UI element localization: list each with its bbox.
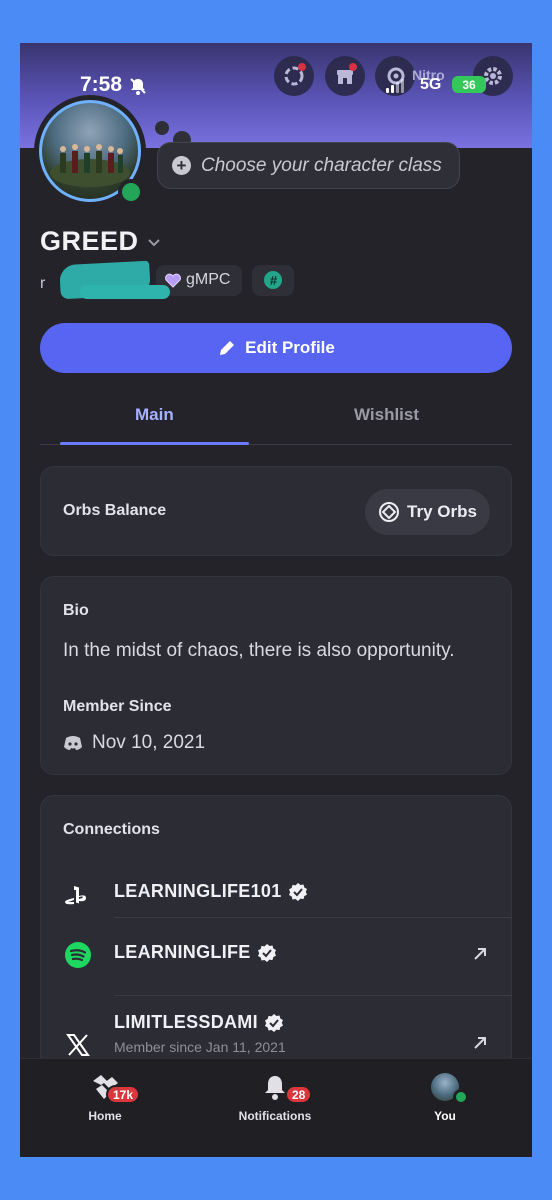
connections-heading: Connections — [63, 821, 160, 838]
external-link-icon[interactable] — [471, 1034, 489, 1052]
edit-profile-label: Edit Profile — [245, 338, 335, 357]
shop-button[interactable] — [325, 56, 365, 96]
display-name: GREED — [40, 226, 139, 256]
spotify-icon — [63, 940, 93, 970]
connection-name: LEARNINGLIFE101 — [114, 881, 282, 901]
connection-name: LIMITLESSDAMI — [114, 1012, 258, 1032]
nav-you[interactable]: You — [420, 1071, 470, 1123]
plus-icon: + — [172, 156, 191, 175]
verified-icon — [264, 1013, 283, 1032]
try-orbs-label: Try Orbs — [407, 502, 477, 521]
tab-main[interactable]: Main — [135, 405, 174, 425]
hashtag-chip[interactable]: # — [252, 264, 295, 296]
x-icon — [63, 1030, 93, 1060]
nitro-wheel-button[interactable] — [274, 56, 314, 96]
thought-dot — [155, 121, 169, 135]
nav-home[interactable]: 17k Home — [80, 1071, 141, 1123]
active-tab-indicator — [60, 442, 249, 445]
network-type: 5G — [420, 76, 442, 93]
status-placeholder: Choose your character class — [201, 154, 442, 176]
nav-you-label: You — [434, 1109, 456, 1123]
redaction-mark — [80, 285, 170, 299]
orbs-balance-label: Orbs Balance — [63, 502, 167, 519]
notifications-badge: 28 — [285, 1085, 313, 1104]
connection-spotify[interactable]: LEARNINGLIFE — [41, 918, 511, 994]
member-since-heading: Member Since — [63, 698, 172, 715]
bio-heading: Bio — [63, 602, 89, 619]
playstation-icon — [63, 881, 93, 911]
profile-tabs: Main Wishlist — [40, 395, 512, 445]
battery-indicator: 36 — [452, 76, 486, 93]
pencil-icon — [220, 341, 235, 355]
bio-card: Bio In the midst of chaos, there is also… — [40, 576, 512, 775]
discord-icon — [64, 736, 82, 750]
home-badge: 17k — [106, 1085, 141, 1104]
hash-icon: # — [264, 271, 283, 289]
orb-icon — [379, 502, 400, 522]
nav-notifications[interactable]: 28 Notifications — [225, 1071, 325, 1123]
custom-status-button[interactable]: + Choose your character class — [157, 142, 460, 189]
username: r — [40, 260, 170, 300]
online-status-indicator — [453, 1089, 469, 1105]
bottom-navigation: 17k Home 28 Notifications You — [20, 1058, 532, 1157]
connection-subtext: Member since Jan 11, 2021 — [114, 1039, 286, 1055]
orbs-balance-card: Orbs Balance Try Orbs — [40, 466, 512, 556]
verified-icon — [288, 882, 307, 901]
bell-icon — [265, 1076, 285, 1100]
member-since-date: Nov 10, 2021 — [92, 732, 206, 753]
nav-notifications-label: Notifications — [238, 1109, 312, 1123]
chevron-down-icon[interactable] — [147, 235, 161, 249]
external-link-icon[interactable] — [471, 945, 489, 963]
profile-screen: 7:58 Nitro 5G 36 + Choose your character… — [20, 43, 532, 1157]
tab-wishlist[interactable]: Wishlist — [354, 405, 419, 425]
bell-muted-icon — [130, 78, 146, 95]
nav-home-label: Home — [88, 1109, 122, 1123]
try-orbs-button[interactable]: Try Orbs — [365, 489, 490, 535]
mini-avatar — [431, 1073, 469, 1105]
verified-icon — [257, 943, 276, 962]
status-time: 7:58 — [80, 73, 123, 96]
signal-strength-icon — [386, 79, 404, 93]
online-status-indicator — [118, 179, 144, 205]
bio-text: In the midst of chaos, there is also opp… — [63, 640, 455, 661]
guild-tag: gMPC — [186, 271, 231, 288]
connection-name: LEARNINGLIFE — [114, 942, 251, 962]
edit-profile-button[interactable]: Edit Profile — [40, 323, 512, 373]
